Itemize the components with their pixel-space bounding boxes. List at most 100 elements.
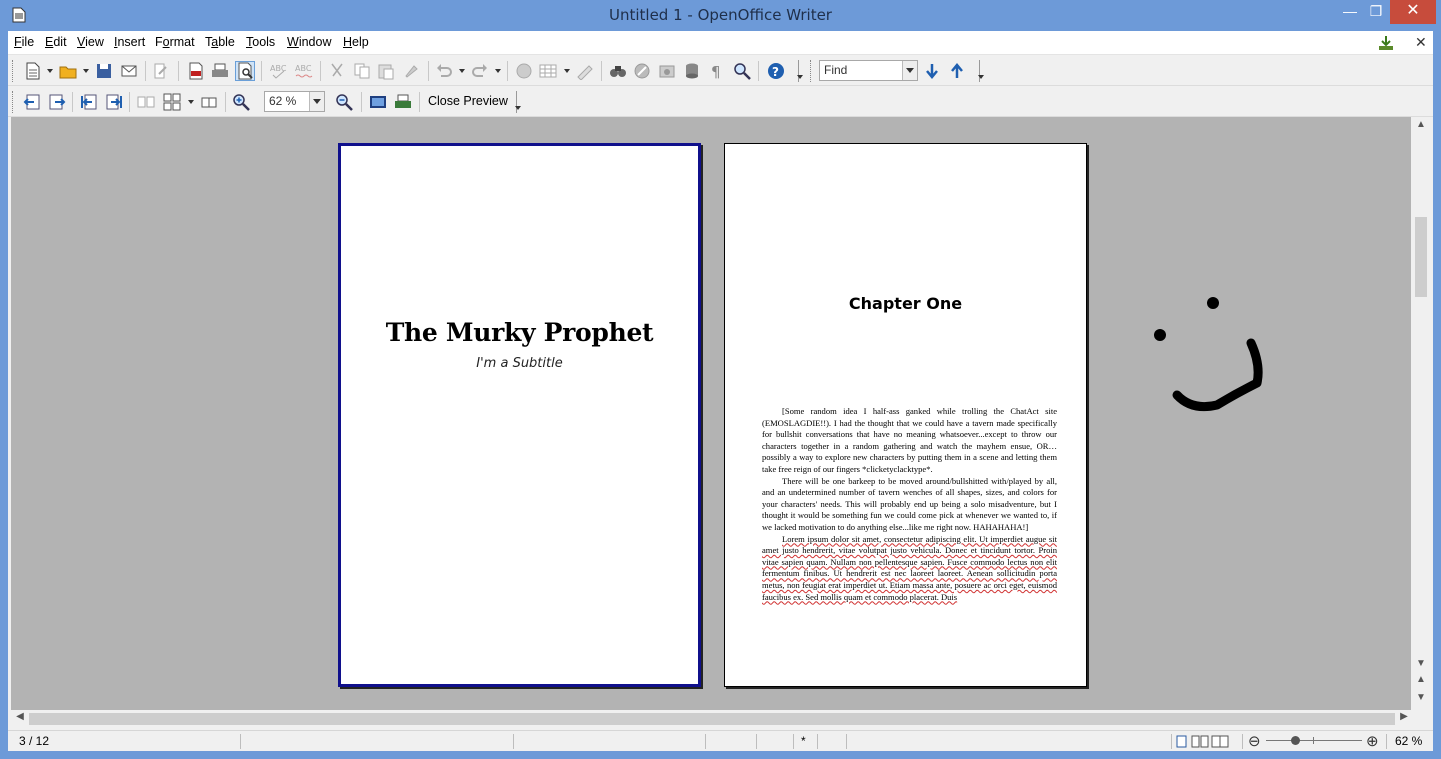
toolbar-separator bbox=[419, 92, 420, 112]
preview-toolbar-gripper[interactable] bbox=[12, 91, 20, 113]
menu-tools[interactable]: Tools bbox=[246, 35, 275, 49]
book-view-icon[interactable] bbox=[1211, 735, 1229, 748]
single-page-view-icon[interactable] bbox=[1176, 735, 1188, 748]
find-toolbar-gripper[interactable] bbox=[810, 60, 818, 82]
find-dropdown-button[interactable] bbox=[902, 61, 917, 80]
status-divider bbox=[240, 734, 241, 749]
clone-formatting-icon[interactable] bbox=[402, 62, 420, 80]
book-preview-icon[interactable] bbox=[200, 93, 218, 111]
zoom-dropdown-button[interactable] bbox=[309, 92, 324, 111]
table-dropdown-arrow[interactable] bbox=[564, 69, 570, 73]
find-overflow-arrow[interactable] bbox=[978, 75, 984, 79]
find-next-icon[interactable] bbox=[923, 62, 941, 80]
gallery-icon[interactable] bbox=[658, 62, 676, 80]
help-icon[interactable]: ? bbox=[767, 62, 785, 80]
next-page-icon[interactable] bbox=[48, 93, 66, 111]
menu-insert[interactable]: Insert bbox=[114, 35, 145, 49]
menu-edit[interactable]: Edit bbox=[45, 35, 67, 49]
zoom-in-icon[interactable] bbox=[232, 93, 250, 111]
page-indicator[interactable]: 3 / 12 bbox=[19, 734, 49, 748]
zoom-icon[interactable] bbox=[733, 62, 751, 80]
page-preview-icon[interactable] bbox=[235, 61, 255, 81]
multiple-pages-dropdown-arrow[interactable] bbox=[188, 100, 194, 104]
next-page-scroll-button[interactable]: ▼ bbox=[1412, 692, 1430, 703]
copy-icon[interactable] bbox=[353, 62, 371, 80]
first-page-icon[interactable] bbox=[80, 93, 98, 111]
paste-icon[interactable] bbox=[377, 62, 395, 80]
svg-text:?: ? bbox=[772, 65, 779, 79]
menu-table[interactable]: Table bbox=[205, 35, 235, 49]
menu-format[interactable]: Format bbox=[155, 35, 195, 49]
zoom-percentage[interactable]: 62 % bbox=[1395, 734, 1422, 748]
toolbar-gripper[interactable] bbox=[12, 60, 20, 82]
app-client: File Edit View Insert Format Table Tools… bbox=[8, 31, 1433, 751]
menu-help[interactable]: Help bbox=[343, 35, 369, 49]
scroll-down-arrow[interactable]: ▼ bbox=[1412, 658, 1430, 669]
vertical-scrollbar[interactable]: ▲ ▼ ▲ ▼ bbox=[1412, 117, 1430, 710]
svg-text:ABC: ABC bbox=[295, 64, 312, 73]
maximize-button[interactable]: ❐ bbox=[1361, 0, 1391, 24]
edit-file-icon[interactable] bbox=[152, 62, 170, 80]
toolbar-separator bbox=[225, 92, 226, 112]
toolbar-overflow-arrow[interactable] bbox=[797, 75, 803, 79]
find-replace-icon[interactable] bbox=[609, 62, 627, 80]
print-icon[interactable] bbox=[211, 62, 229, 80]
export-pdf-icon[interactable] bbox=[187, 62, 205, 80]
cut-icon[interactable] bbox=[328, 62, 346, 80]
menu-view[interactable]: View bbox=[77, 35, 104, 49]
print-page-view-icon[interactable] bbox=[394, 93, 412, 111]
preview-work-area[interactable]: The Murky Prophet I'm a Subtitle Chapter… bbox=[11, 117, 1411, 710]
two-pages-icon[interactable] bbox=[137, 93, 155, 111]
formatting-marks-icon[interactable]: ¶ bbox=[708, 62, 726, 80]
update-download-icon[interactable] bbox=[1378, 35, 1394, 51]
find-input[interactable]: Find bbox=[819, 60, 918, 81]
scroll-left-arrow[interactable]: ◀ bbox=[11, 711, 29, 722]
open-folder-icon[interactable] bbox=[59, 62, 77, 80]
new-dropdown-arrow[interactable] bbox=[47, 69, 53, 73]
table-icon[interactable] bbox=[539, 62, 557, 80]
scroll-up-arrow[interactable]: ▲ bbox=[1412, 119, 1430, 130]
menu-file[interactable]: File bbox=[14, 35, 34, 49]
redo-icon[interactable] bbox=[471, 62, 489, 80]
zoom-slider-knob[interactable] bbox=[1290, 736, 1300, 745]
save-icon[interactable] bbox=[95, 62, 113, 80]
zoom-out-icon[interactable] bbox=[335, 93, 353, 111]
zoom-in-status-icon[interactable]: ⊕ bbox=[1366, 732, 1379, 750]
open-dropdown-arrow[interactable] bbox=[83, 69, 89, 73]
new-document-icon[interactable] bbox=[24, 62, 42, 80]
close-window-button[interactable]: ✕ bbox=[1390, 0, 1436, 24]
find-previous-icon[interactable] bbox=[948, 62, 966, 80]
horizontal-scroll-thumb[interactable] bbox=[29, 713, 1395, 725]
zoom-slider[interactable] bbox=[1266, 736, 1362, 745]
multi-page-view-icon[interactable] bbox=[1191, 735, 1209, 748]
autospellcheck-icon[interactable]: ABC bbox=[295, 62, 313, 80]
preview-overflow-arrow[interactable] bbox=[515, 106, 521, 110]
toolbar-separator bbox=[428, 61, 429, 81]
data-sources-icon[interactable] bbox=[683, 62, 701, 80]
close-preview-button[interactable]: Close Preview bbox=[428, 94, 508, 108]
multiple-pages-icon[interactable] bbox=[163, 93, 181, 111]
document-modified-indicator[interactable]: * bbox=[801, 734, 806, 748]
navigator-icon[interactable] bbox=[633, 62, 651, 80]
hyperlink-icon[interactable] bbox=[515, 62, 533, 80]
previous-page-scroll-button[interactable]: ▲ bbox=[1412, 674, 1430, 685]
vertical-scroll-thumb[interactable] bbox=[1415, 217, 1427, 297]
draw-functions-icon[interactable] bbox=[576, 62, 594, 80]
full-screen-icon[interactable] bbox=[369, 93, 387, 111]
zoom-out-status-icon[interactable]: ⊖ bbox=[1248, 732, 1261, 750]
undo-dropdown-arrow[interactable] bbox=[459, 69, 465, 73]
scroll-right-arrow[interactable]: ▶ bbox=[1395, 711, 1413, 722]
page-title[interactable]: The Murky Prophet I'm a Subtitle bbox=[338, 143, 701, 687]
last-page-icon[interactable] bbox=[105, 93, 123, 111]
toolbar-separator bbox=[145, 61, 146, 81]
close-document-icon[interactable]: ✕ bbox=[1415, 34, 1427, 51]
menu-window[interactable]: Window bbox=[287, 35, 331, 49]
page-chapter-one[interactable]: Chapter One [Some random idea I half-ass… bbox=[724, 143, 1087, 687]
previous-page-icon[interactable] bbox=[23, 93, 41, 111]
zoom-combo[interactable]: 62 % bbox=[264, 91, 325, 112]
spellcheck-icon[interactable]: ABC bbox=[270, 62, 288, 80]
email-icon[interactable] bbox=[120, 62, 138, 80]
horizontal-scrollbar[interactable]: ◀ ▶ bbox=[11, 710, 1411, 728]
undo-icon[interactable] bbox=[435, 62, 453, 80]
redo-dropdown-arrow[interactable] bbox=[495, 69, 501, 73]
